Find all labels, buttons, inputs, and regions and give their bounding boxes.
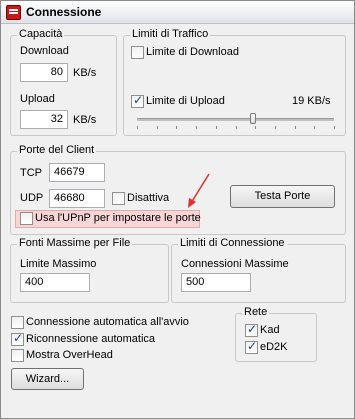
download-capacity-input[interactable]: 80 <box>20 63 68 82</box>
test-ports-button[interactable]: Testa Porte <box>230 185 335 208</box>
max-connections-input[interactable]: 500 <box>181 273 251 292</box>
udp-disable-label: Disattiva <box>127 192 170 204</box>
title-bar: Connessione <box>1 1 354 24</box>
udp-port-input[interactable]: 46680 <box>49 189 105 208</box>
slider-tick <box>196 126 197 129</box>
upload-capacity-input[interactable]: 32 <box>20 110 68 129</box>
ed2k-label: eD2K <box>260 341 288 353</box>
slider-tick <box>255 126 256 129</box>
slider-tick <box>334 126 335 129</box>
upload-label: Upload <box>20 93 55 105</box>
download-unit: KB/s <box>73 67 97 79</box>
download-label: Download <box>20 45 69 57</box>
max-sources-input[interactable]: 400 <box>20 273 90 292</box>
slider-tick <box>236 126 237 129</box>
auto-connect-label: Connessione automatica all'avvio <box>26 316 189 328</box>
auto-connect-checkbox[interactable] <box>11 316 24 329</box>
connection-limits-group-label: Limiti di Connessione <box>178 237 287 249</box>
slider-tick <box>314 126 315 129</box>
upload-limit-value: 19 KB/s <box>292 95 331 107</box>
udp-disable-checkbox[interactable] <box>112 192 125 205</box>
upload-limit-slider-track[interactable] <box>137 118 334 121</box>
connection-icon <box>6 5 21 20</box>
upload-limit-label: Limite di Upload <box>146 95 225 107</box>
max-sources-label: Limite Massimo <box>20 258 97 270</box>
ed2k-checkbox[interactable] <box>245 339 258 354</box>
kad-checkbox[interactable] <box>245 322 258 337</box>
tcp-port-input[interactable]: 46679 <box>49 163 105 182</box>
wizard-button[interactable]: Wizard... <box>11 368 84 390</box>
auto-reconnect-checkbox[interactable] <box>11 331 24 346</box>
wizard-button-label: Wizard... <box>25 373 70 385</box>
auto-reconnect-label: Riconnessione automatica <box>26 333 156 345</box>
upnp-label: Usa l'UPnP per impostare le porte <box>35 212 201 224</box>
connection-settings-window: Connessione Capacità Download 80 KB/s Up… <box>0 0 355 419</box>
slider-tick <box>157 126 158 129</box>
kad-label: Kad <box>260 324 280 336</box>
slider-tick <box>275 126 276 129</box>
network-group: Rete <box>235 306 317 362</box>
max-connections-label: Connessioni Massime <box>181 258 289 270</box>
udp-label: UDP <box>20 192 44 204</box>
download-limit-checkbox[interactable] <box>131 46 144 59</box>
upload-unit: KB/s <box>73 114 97 126</box>
window-title: Connessione <box>26 5 102 19</box>
download-limit-label: Limite di Download <box>146 46 239 58</box>
slider-tick <box>216 126 217 129</box>
show-overhead-label: Mostra OverHead <box>26 349 113 361</box>
slider-tick <box>137 126 138 129</box>
upload-limit-checkbox[interactable] <box>131 93 144 108</box>
slider-tick <box>176 126 177 129</box>
show-overhead-checkbox[interactable] <box>11 349 24 362</box>
capacity-group-label: Capacità <box>17 28 65 40</box>
max-sources-group-label: Fonti Massime per File <box>17 237 133 249</box>
network-group-label: Rete <box>242 306 270 318</box>
traffic-limits-group-label: Limiti di Traffico <box>130 28 211 40</box>
test-ports-button-label: Testa Porte <box>254 190 311 202</box>
upnp-checkbox[interactable] <box>20 212 33 225</box>
upload-limit-slider-thumb[interactable] <box>250 113 257 124</box>
client-ports-group-label: Porte del Client <box>17 144 97 156</box>
slider-tick <box>295 126 296 129</box>
tcp-label: TCP <box>20 167 42 179</box>
annotation-arrow <box>188 173 210 208</box>
